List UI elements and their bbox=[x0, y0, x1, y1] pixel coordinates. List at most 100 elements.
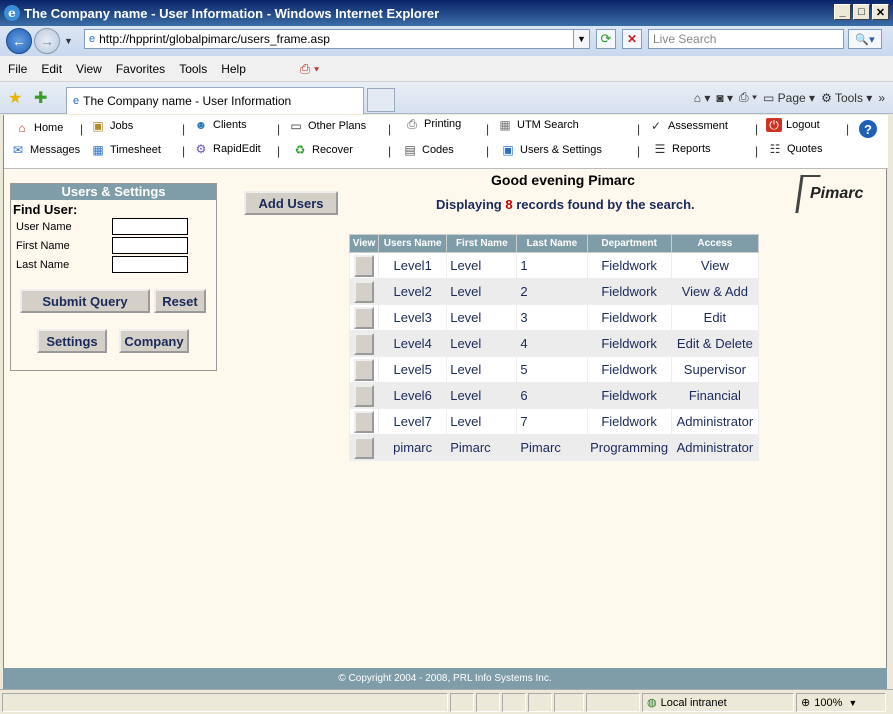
access-cell: Financial bbox=[670, 382, 760, 409]
search-input[interactable]: Live Search bbox=[648, 29, 844, 49]
first-name-label: First Name bbox=[16, 240, 70, 252]
displaying-suffix: records found by the search. bbox=[516, 197, 695, 212]
maximize-button[interactable]: □ bbox=[853, 4, 870, 20]
department-cell: Programming bbox=[586, 434, 672, 461]
nav-jobs[interactable]: ▣ Jobs bbox=[90, 119, 133, 133]
nav-printing[interactable]: ⎙ Printing bbox=[404, 117, 461, 131]
gear-icon: ⚙ bbox=[195, 142, 207, 156]
nav-messages[interactable]: ✉ Messages bbox=[10, 143, 80, 157]
add-favorite-icon[interactable]: ✚ bbox=[34, 88, 47, 108]
nav-rapidedit[interactable]: ⚙ RapidEdit bbox=[193, 142, 261, 156]
nav-clients-label: Clients bbox=[213, 119, 247, 131]
view-button[interactable] bbox=[354, 436, 375, 459]
header-users-name: Users Name bbox=[378, 234, 448, 253]
print-icon[interactable]: ⎙ ▾ bbox=[739, 90, 757, 105]
pdf-icon[interactable]: ⎙ ▾ bbox=[300, 61, 319, 77]
nav-clients[interactable]: ☻ Clients bbox=[193, 118, 247, 132]
table-header-row: View Users Name First Name Last Name Dep… bbox=[348, 234, 760, 253]
nav-other-plans[interactable]: ▭ Other Plans bbox=[288, 119, 366, 133]
view-button[interactable] bbox=[354, 254, 375, 277]
view-button[interactable] bbox=[354, 384, 375, 407]
last-name-input[interactable] bbox=[112, 256, 188, 273]
browser-tab[interactable]: e The Company name - User Information bbox=[66, 87, 364, 114]
nav-printing-label: Printing bbox=[424, 118, 462, 130]
menu-view[interactable]: View bbox=[76, 62, 102, 76]
nav-codes[interactable]: ▤ Codes bbox=[402, 143, 453, 157]
chevron-more-icon[interactable]: » bbox=[878, 91, 885, 105]
view-cell bbox=[348, 356, 380, 383]
department-cell: Fieldwork bbox=[586, 252, 672, 279]
menu-favorites[interactable]: Favorites bbox=[116, 62, 165, 76]
nav-utm-search[interactable]: ▦ UTM Search bbox=[497, 118, 578, 132]
users-name-cell: Level4 bbox=[378, 330, 448, 357]
security-zone-pane[interactable]: ◍ Local intranet bbox=[642, 693, 794, 712]
tools-menu[interactable]: ⚙ Tools ▾ bbox=[821, 91, 872, 105]
nav-reports-label: Reports bbox=[672, 143, 711, 155]
address-bar[interactable]: e http://hpprint/globalpimarc/users_fram… bbox=[84, 29, 590, 49]
back-button[interactable]: ← bbox=[6, 28, 32, 54]
access-cell: View bbox=[670, 252, 760, 279]
nav-assessment[interactable]: ✓ Assessment bbox=[648, 119, 728, 133]
company-button[interactable]: Company bbox=[119, 329, 189, 353]
reset-button[interactable]: Reset bbox=[154, 289, 206, 313]
view-button[interactable] bbox=[354, 332, 375, 355]
view-button[interactable] bbox=[354, 306, 375, 329]
first-name-input[interactable] bbox=[112, 237, 188, 254]
history-dropdown-icon[interactable]: ▼ bbox=[64, 36, 76, 46]
feeds-icon[interactable]: ◙ ▾ bbox=[716, 91, 733, 105]
nav-users-settings-label: Users & Settings bbox=[520, 144, 602, 156]
user-name-label: User Name bbox=[16, 221, 72, 233]
department-cell: Fieldwork bbox=[586, 278, 672, 305]
department-cell: Fieldwork bbox=[586, 408, 672, 435]
view-button[interactable] bbox=[354, 280, 375, 303]
nav-separator: | bbox=[277, 144, 281, 158]
home-icon[interactable]: ⌂ ▾ bbox=[694, 91, 711, 105]
settings-button[interactable]: Settings bbox=[37, 329, 107, 353]
table-row: pimarc Pimarc Pimarc Programming Adminis… bbox=[348, 434, 760, 461]
header-access: Access bbox=[670, 234, 760, 253]
zoom-icon: ⊕ bbox=[801, 697, 811, 709]
nav-other-plans-label: Other Plans bbox=[308, 120, 367, 132]
nav-separator: | bbox=[846, 122, 850, 136]
menu-help[interactable]: Help bbox=[221, 62, 246, 76]
forward-button[interactable]: → bbox=[34, 28, 60, 54]
status-pane bbox=[586, 693, 640, 712]
menu-bar: File Edit View Favorites Tools Help ⎙ ▾ bbox=[0, 56, 893, 82]
stop-button[interactable]: ✕ bbox=[622, 29, 642, 49]
nav-logout[interactable]: ⏻ Logout bbox=[766, 118, 820, 132]
view-button[interactable] bbox=[354, 410, 375, 433]
view-cell bbox=[348, 304, 380, 331]
zoom-dropdown-icon: ▼ bbox=[848, 697, 858, 708]
menu-edit[interactable]: Edit bbox=[41, 62, 62, 76]
favorites-star-icon[interactable]: ★ bbox=[8, 88, 22, 108]
tools-menu-label: Tools bbox=[834, 90, 863, 105]
nav-recover[interactable]: ♻ Recover bbox=[292, 143, 353, 157]
menu-tools[interactable]: Tools bbox=[179, 62, 207, 76]
new-tab-button[interactable] bbox=[367, 88, 395, 112]
zoom-pane[interactable]: ⊕ 100% ▼ bbox=[796, 693, 886, 712]
last-name-label: Last Name bbox=[16, 259, 70, 271]
user-name-input[interactable] bbox=[112, 218, 188, 235]
add-users-button[interactable]: Add Users bbox=[244, 191, 338, 215]
address-dropdown-icon[interactable]: ▼ bbox=[573, 30, 589, 48]
printer-icon: ⎙ bbox=[407, 117, 417, 131]
nav-users-settings[interactable]: ▣ Users & Settings bbox=[500, 143, 602, 157]
help-icon[interactable]: ? bbox=[859, 120, 877, 138]
nav-reports[interactable]: ☰ Reports bbox=[652, 142, 711, 156]
nav-timesheet[interactable]: ▦ Timesheet bbox=[90, 143, 161, 157]
close-button[interactable]: ✕ bbox=[872, 4, 889, 20]
menu-file[interactable]: File bbox=[8, 62, 27, 76]
page-icon: e bbox=[89, 33, 96, 45]
nav-home[interactable]: ⌂ Home bbox=[14, 121, 63, 135]
page-menu[interactable]: ▭ Page ▾ bbox=[763, 91, 815, 105]
nav-quotes[interactable]: ☷ Quotes bbox=[767, 142, 823, 156]
refresh-button[interactable]: ⟳ bbox=[596, 29, 616, 49]
list-icon: ☰ bbox=[654, 142, 666, 156]
status-pane bbox=[502, 693, 526, 712]
window-title: The Company name - User Information - Wi… bbox=[24, 5, 440, 21]
submit-query-button[interactable]: Submit Query bbox=[20, 289, 150, 313]
tab-page-icon: e bbox=[73, 95, 80, 107]
view-button[interactable] bbox=[354, 358, 375, 381]
minimize-button[interactable]: _ bbox=[834, 4, 851, 20]
search-button[interactable]: 🔍▾ bbox=[848, 29, 882, 49]
